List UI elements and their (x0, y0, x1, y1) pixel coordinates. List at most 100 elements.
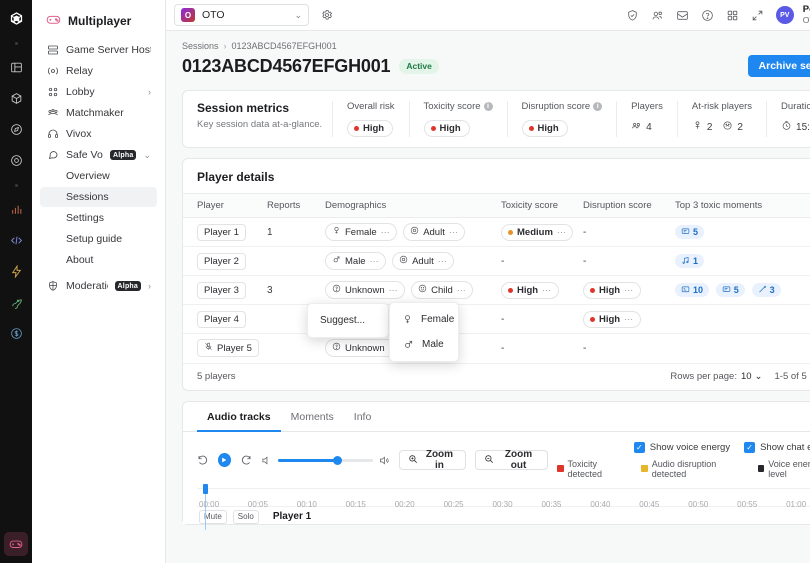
avatar[interactable]: PV (776, 6, 794, 24)
chip-menu-icon[interactable]: ⋯ (370, 256, 380, 267)
checkbox-icon[interactable]: ✓ (744, 442, 755, 453)
checkbox-show-voice-energy[interactable]: ✓ Show voice energy (634, 442, 730, 453)
table-row[interactable]: Player 3 3 Unknown ⋯ (183, 276, 810, 305)
checkbox-show-chat-events[interactable]: ✓ Show chat events (744, 442, 810, 453)
volume-knob[interactable] (333, 456, 342, 465)
table-row[interactable]: Player 5 Unknown ⋯ (183, 334, 810, 363)
help-icon[interactable] (698, 5, 718, 25)
chip-menu-icon[interactable]: ⋯ (557, 227, 567, 238)
analytics-icon[interactable] (4, 197, 28, 221)
table-row[interactable]: Player 1 1 Female ⋯ (183, 218, 810, 247)
archive-session-button[interactable]: Archive session (748, 55, 810, 77)
table-row[interactable]: Player 4 - High⋯ ··· (183, 305, 810, 334)
bolt-icon[interactable] (4, 259, 28, 283)
age-chip[interactable]: Child ⋯ (411, 281, 473, 299)
rows-per-page-select[interactable]: 10⌄ (741, 371, 763, 382)
zoom-in-button[interactable]: Zoom in (399, 450, 466, 470)
toxicity-chip[interactable]: Medium⋯ (501, 224, 573, 241)
shield-icon[interactable] (623, 5, 643, 25)
sidebar-item-matchmaker[interactable]: Matchmaker (40, 103, 157, 123)
info-icon[interactable]: i (593, 102, 602, 111)
moment-badge-chat[interactable]: 5 (675, 225, 704, 239)
chip-menu-icon[interactable]: ⋯ (542, 285, 552, 296)
tab-moments[interactable]: Moments (281, 402, 344, 432)
age-chip[interactable]: Adult ⋯ (392, 252, 454, 270)
checkbox-icon[interactable]: ✓ (634, 442, 645, 453)
sidebar-item-game-server-hosting[interactable]: Game Server Hosting (40, 40, 157, 60)
sidebar-item-sessions[interactable]: Sessions (40, 187, 157, 207)
chip-menu-icon[interactable]: ⋯ (381, 227, 391, 238)
sidebar-item-settings[interactable]: Settings (40, 208, 157, 228)
multiplayer-icon[interactable] (4, 532, 28, 556)
moment-badge-noise[interactable]: 3 (752, 283, 781, 297)
chip-menu-icon[interactable]: ⋯ (438, 256, 448, 267)
rotate-left-icon[interactable] (197, 454, 209, 466)
sidebar-item-setup-guide[interactable]: Setup guide (40, 229, 157, 249)
tab-info[interactable]: Info (344, 402, 382, 432)
unity-logo-icon[interactable] (4, 6, 28, 30)
economy-icon[interactable] (4, 321, 28, 345)
chip-menu-icon[interactable]: ⋯ (389, 285, 399, 296)
disruption-chip[interactable]: High⋯ (583, 282, 641, 299)
context-menu-item-male[interactable]: Male (390, 332, 458, 357)
shield-check-icon[interactable] (4, 148, 28, 172)
player-chip[interactable]: Player 4 (197, 311, 246, 328)
sidebar-item-lobby[interactable]: Lobby › (40, 82, 157, 102)
top-bar-actions: PV Pedro Vieira OTO Systems (623, 5, 810, 26)
volume-high-icon[interactable] (379, 455, 390, 466)
zoom-out-button[interactable]: Zoom out (475, 450, 548, 470)
cell-demographics: Unknown ⋯ Child ⋯ (319, 276, 495, 305)
chip-menu-icon[interactable]: ⋯ (457, 285, 467, 296)
moment-badge-speech[interactable]: 10 (675, 283, 709, 297)
audio-timeline[interactable]: 00:00 00:05 00:10 00:15 00:20 00:25 00:3… (197, 488, 810, 524)
fullscreen-icon[interactable] (748, 5, 768, 25)
sidebar-item-about[interactable]: About (40, 250, 157, 270)
context-menu-item-female[interactable]: Female (390, 307, 458, 332)
player-chip[interactable]: Player 5 (197, 339, 259, 357)
moment-badge-chat[interactable]: 5 (716, 283, 745, 297)
rows-per-page[interactable]: Rows per page: 10⌄ (670, 371, 762, 382)
table-row[interactable]: Player 2 Male ⋯ (183, 247, 810, 276)
volume-control[interactable] (261, 455, 390, 466)
community-icon[interactable] (648, 5, 668, 25)
volume-slider[interactable] (278, 459, 373, 462)
chip-menu-icon[interactable]: ⋯ (624, 285, 634, 296)
rocket-icon[interactable] (4, 290, 28, 314)
play-icon[interactable] (218, 453, 231, 467)
grid-apps-icon[interactable] (723, 5, 743, 25)
breadcrumb-sessions[interactable]: Sessions (182, 41, 219, 51)
moment-badge-music[interactable]: 1 (675, 254, 704, 268)
compass-icon[interactable] (4, 117, 28, 141)
tick-label: 00:35 (541, 500, 561, 509)
chip-menu-icon[interactable]: ⋯ (624, 314, 634, 325)
chip-menu-icon[interactable]: ⋯ (449, 227, 459, 238)
user-meta[interactable]: Pedro Vieira OTO Systems (803, 5, 810, 26)
info-icon[interactable]: i (484, 102, 493, 111)
gender-chip[interactable]: Unknown ⋯ (325, 281, 405, 299)
sidebar-item-relay[interactable]: Relay (40, 61, 157, 81)
tab-audio-tracks[interactable]: Audio tracks (197, 402, 281, 432)
solo-button[interactable]: Solo (233, 510, 259, 524)
gender-chip[interactable]: Male ⋯ (325, 252, 386, 270)
sidebar-item-vivox[interactable]: Vivox (40, 124, 157, 144)
player-chip[interactable]: Player 1 (197, 224, 246, 241)
player-chip[interactable]: Player 3 (197, 282, 246, 299)
toxicity-chip[interactable]: High⋯ (501, 282, 559, 299)
disruption-chip[interactable]: High⋯ (583, 311, 641, 328)
gender-chip[interactable]: Female ⋯ (325, 223, 397, 241)
gear-icon[interactable] (317, 5, 337, 25)
sidebar-item-safe-voice[interactable]: Safe Voice Alpha ⌄ (40, 145, 157, 165)
cube-icon[interactable] (4, 86, 28, 110)
rotate-right-icon[interactable] (240, 454, 252, 466)
player-chip[interactable]: Player 2 (197, 253, 246, 270)
code-icon[interactable] (4, 228, 28, 252)
dashboard-icon[interactable] (4, 55, 28, 79)
mute-button[interactable]: Mute (199, 510, 227, 524)
age-chip[interactable]: Adult ⋯ (403, 223, 465, 241)
inbox-icon[interactable] (673, 5, 693, 25)
context-menu-item-suggest[interactable]: Suggest... › (308, 308, 388, 333)
sidebar-item-moderation[interactable]: Moderation Alpha › (40, 276, 157, 296)
project-selector[interactable]: O OTO ⌄ (174, 4, 309, 26)
sidebar-item-overview[interactable]: Overview (40, 166, 157, 186)
volume-low-icon[interactable] (261, 455, 272, 466)
